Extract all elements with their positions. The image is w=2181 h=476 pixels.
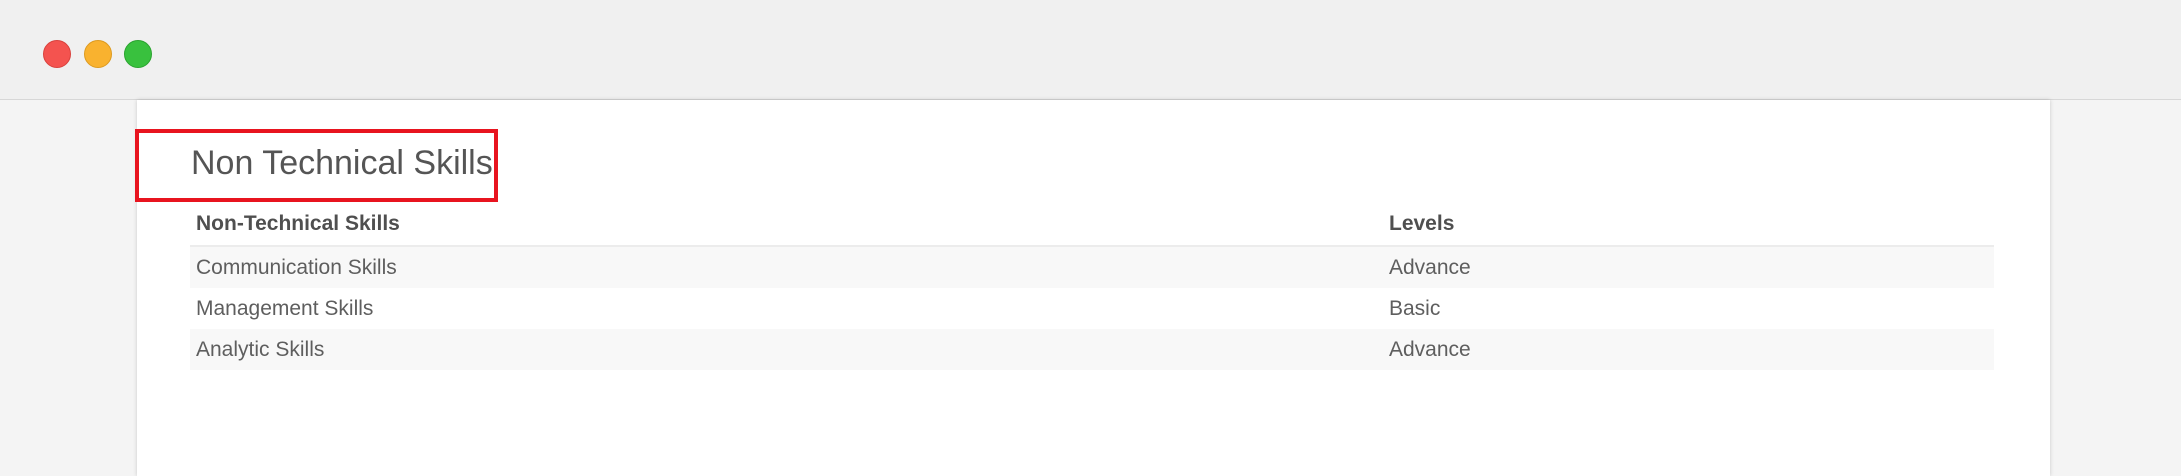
table-header-row: Non-Technical Skills Levels [190, 202, 1994, 247]
level-cell: Advance [1383, 246, 1994, 288]
skill-cell: Communication Skills [190, 246, 1383, 288]
minimize-window-button[interactable] [84, 40, 112, 68]
table-row: Communication Skills Advance [190, 246, 1994, 288]
column-header-level: Levels [1383, 202, 1994, 247]
highlight-box [135, 129, 498, 202]
skill-cell: Management Skills [196, 296, 374, 320]
close-window-button[interactable] [43, 40, 71, 68]
table-row: Analytic Skills Advance [190, 329, 1994, 370]
level-cell: Basic [1389, 296, 1441, 320]
content-sheet: Non Technical Skills Non-Technical Skill… [135, 100, 2050, 476]
window-titlebar [0, 0, 2181, 100]
table-row: Management Skills Basic [190, 288, 1994, 329]
non-technical-skills-table: Non-Technical Skills Levels Communicatio… [190, 202, 1994, 370]
column-header-skill: Non-Technical Skills [190, 202, 1383, 247]
zoom-window-button[interactable] [124, 40, 152, 68]
skill-cell: Analytic Skills [190, 329, 1383, 370]
level-cell: Advance [1383, 329, 1994, 370]
